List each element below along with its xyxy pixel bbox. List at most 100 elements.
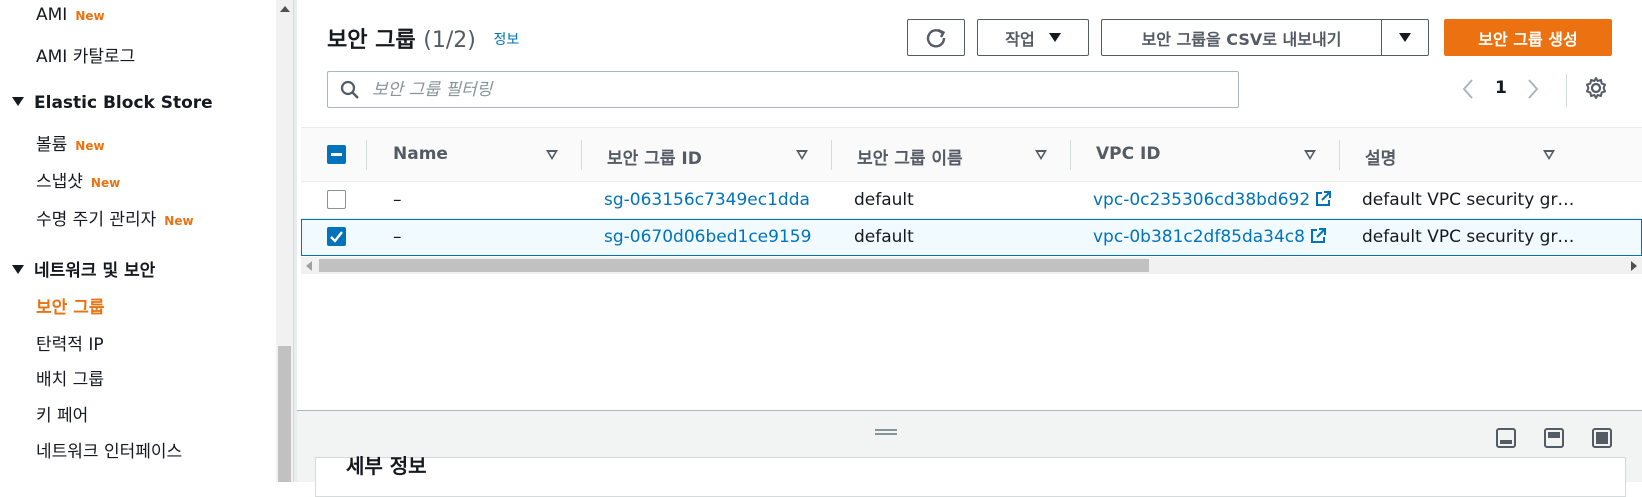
filter-search-box[interactable] — [327, 71, 1239, 108]
actions-label: 작업 — [1005, 29, 1035, 49]
row-checkbox[interactable] — [327, 190, 346, 209]
new-badge: New — [75, 139, 105, 153]
selection-count: (1/2) — [423, 28, 476, 53]
column-header-group-id[interactable]: 보안 그룹 ID — [607, 144, 702, 169]
row-checkbox-checked[interactable] — [327, 227, 346, 246]
vpc-id-text: vpc-0b381c2df85da34c8 — [1093, 227, 1305, 247]
caret-down-icon — [12, 265, 24, 274]
previous-page-icon[interactable] — [1461, 78, 1475, 100]
checkmark-icon — [330, 231, 343, 243]
table-header: Name 보안 그룹 ID 보안 그룹 이름 VPC ID 설명 — [301, 127, 1642, 182]
cell-vpc-id-link[interactable]: vpc-0c235306cd38bd692 — [1093, 190, 1332, 210]
gear-icon[interactable] — [1584, 76, 1608, 100]
caret-down-icon — [1048, 33, 1061, 42]
sidebar-item-label: AMI 카탈로그 — [36, 47, 136, 67]
new-badge: New — [164, 214, 194, 228]
column-header-vpc-id[interactable]: VPC ID — [1096, 144, 1160, 164]
export-options-dropdown[interactable] — [1381, 19, 1429, 56]
vpc-id-text: vpc-0c235306cd38bd692 — [1093, 190, 1311, 210]
cell-group-name: default — [854, 227, 914, 247]
sidebar-section-title: Elastic Block Store — [34, 93, 213, 113]
external-link-icon — [1310, 228, 1326, 243]
column-divider — [831, 140, 832, 170]
panel-full-icon[interactable] — [1591, 427, 1613, 449]
export-csv-label: 보안 그룹을 CSV로 내보내기 — [1141, 29, 1342, 49]
sort-icon[interactable] — [546, 150, 558, 160]
refresh-icon — [926, 28, 946, 47]
sidebar-item-key-pairs[interactable]: 키 페어 — [36, 401, 88, 426]
cell-group-id-link[interactable]: sg-0670d06bed1ce9159 — [604, 227, 811, 247]
split-panel: 세부 정보 — [297, 410, 1642, 497]
cell-group-name: default — [854, 190, 914, 210]
scroll-up-arrow-icon[interactable] — [280, 6, 290, 12]
sidebar-item-elastic-ips[interactable]: 탄력적 IP — [36, 330, 104, 355]
sidebar-item-placement-groups[interactable]: 배치 그룹 — [36, 365, 104, 390]
caret-down-icon — [12, 97, 24, 106]
current-page-number[interactable]: 1 — [1495, 78, 1507, 98]
sidebar-item-label: 보안 그룹 — [36, 298, 105, 318]
column-divider — [581, 140, 582, 170]
filter-input[interactable] — [372, 79, 1232, 100]
scroll-right-arrow-icon[interactable] — [1631, 261, 1637, 271]
sidebar-item-security-groups[interactable]: 보안 그룹 — [36, 293, 104, 318]
new-badge: New — [75, 9, 105, 23]
info-link[interactable]: 정보 — [494, 32, 520, 48]
sort-icon[interactable] — [1543, 150, 1555, 160]
indeterminate-mark-icon — [331, 153, 342, 156]
sidebar-item-lifecycle-manager[interactable]: 수명 주기 관리자 New — [36, 205, 194, 230]
table-row-selected[interactable]: – sg-0670d06bed1ce9159 default vpc-0b381… — [301, 219, 1642, 256]
sidebar-item-label: AMI — [36, 5, 68, 25]
sidebar-item-label: 볼륨 — [36, 135, 68, 155]
cell-name: – — [393, 190, 402, 210]
sidebar-item-label: 탄력적 IP — [36, 335, 104, 355]
sidebar-item-ami[interactable]: AMI New — [36, 5, 105, 25]
sidebar-item-label: 네트워크 인터페이스 — [36, 442, 183, 462]
pager-divider — [1566, 74, 1567, 107]
scroll-left-arrow-icon[interactable] — [306, 261, 312, 271]
column-divider — [366, 140, 367, 170]
sidebar-item-label: 배치 그룹 — [36, 370, 104, 390]
create-security-group-button[interactable]: 보안 그룹 생성 — [1444, 19, 1612, 56]
actions-dropdown-button[interactable]: 작업 — [977, 19, 1089, 56]
next-page-icon[interactable] — [1526, 78, 1540, 100]
sidebar-item-ami-catalog[interactable]: AMI 카탈로그 — [36, 42, 135, 67]
details-section: 세부 정보 — [315, 454, 1626, 497]
resize-handle-icon[interactable] — [875, 429, 897, 435]
table-horizontal-scrollbar[interactable] — [301, 257, 1642, 274]
column-header-name[interactable]: Name — [393, 144, 448, 164]
sidebar-item-label: 키 페어 — [36, 406, 89, 426]
sidebar-item-snapshots[interactable]: 스냅샷 New — [36, 167, 120, 192]
sidebar-section-title: 네트워크 및 보안 — [34, 261, 156, 281]
table-row[interactable]: – sg-063156c7349ec1dda default vpc-0c235… — [301, 182, 1642, 219]
sort-icon[interactable] — [796, 150, 808, 160]
caret-down-icon — [1399, 33, 1411, 42]
panel-bottom-icon[interactable] — [1495, 427, 1517, 449]
sidebar-nav: AMI New AMI 카탈로그 Elastic Block Store 볼륨 Ne… — [0, 0, 276, 482]
sort-icon[interactable] — [1304, 150, 1316, 160]
select-all-checkbox[interactable] — [327, 145, 346, 164]
page-title: 보안 그룹 (1/2) 정보 — [327, 22, 519, 54]
column-header-group-name[interactable]: 보안 그룹 이름 — [857, 144, 963, 169]
security-groups-panel: 보안 그룹 (1/2) 정보 작업 보안 그룹을 CSV로 내보내기 보안 그룹… — [301, 0, 1642, 410]
sidebar-scrollbar[interactable] — [276, 0, 293, 482]
external-link-icon — [1316, 191, 1332, 206]
sidebar-item-label: 수명 주기 관리자 — [36, 210, 157, 230]
sidebar-item-volumes[interactable]: 볼륨 New — [36, 130, 105, 155]
sidebar-item-label: 스냅샷 — [36, 172, 83, 192]
export-csv-button[interactable]: 보안 그룹을 CSV로 내보내기 — [1101, 19, 1381, 56]
panel-side-icon[interactable] — [1543, 427, 1565, 449]
cell-group-id-link[interactable]: sg-063156c7349ec1dda — [604, 190, 810, 210]
sidebar-item-network-interfaces[interactable]: 네트워크 인터페이스 — [36, 437, 182, 462]
search-icon — [340, 80, 359, 99]
cell-description: default VPC security gr… — [1362, 227, 1575, 247]
create-label: 보안 그룹 생성 — [1478, 29, 1578, 49]
scrollbar-thumb[interactable] — [319, 259, 1149, 272]
cell-vpc-id-link[interactable]: vpc-0b381c2df85da34c8 — [1093, 227, 1327, 247]
sidebar-section-ebs[interactable]: Elastic Block Store — [12, 93, 213, 113]
scrollbar-thumb[interactable] — [278, 346, 291, 482]
column-header-description[interactable]: 설명 — [1365, 144, 1396, 169]
refresh-button[interactable] — [907, 19, 965, 56]
page-title-text: 보안 그룹 — [327, 28, 416, 53]
sort-icon[interactable] — [1035, 150, 1047, 160]
sidebar-section-network-security[interactable]: 네트워크 및 보안 — [12, 256, 155, 281]
